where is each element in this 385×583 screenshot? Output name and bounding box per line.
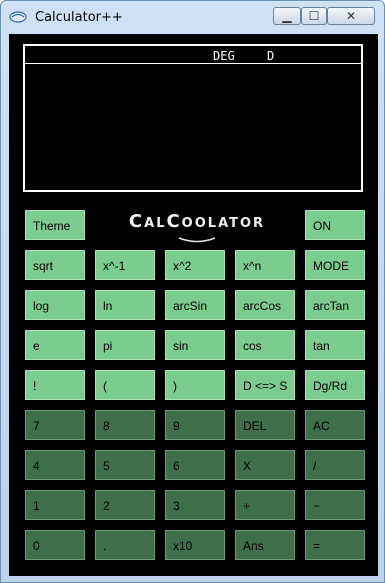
maximize-icon: ☐ [308,9,320,23]
all-clear-button[interactable]: AC [305,410,365,440]
digit-9-button[interactable]: 9 [165,410,225,440]
power-button[interactable]: x^n [235,250,295,280]
cos-button[interactable]: cos [235,330,295,360]
square-button[interactable]: x^2 [165,250,225,280]
digit-0-button[interactable]: 0 [25,530,85,560]
decimal-fraction-toggle-button[interactable]: D <=> S [235,370,295,400]
on-button[interactable]: ON [305,210,365,240]
window-title: Calculator++ [35,10,123,25]
theme-button[interactable]: Theme [25,210,85,240]
arctan-button[interactable]: arcTan [305,290,365,320]
reciprocal-button[interactable]: x^-1 [95,250,155,280]
digit-6-button[interactable]: 6 [165,450,225,480]
ln-button[interactable]: ln [95,290,155,320]
calculator-display: DEG D [23,44,363,192]
angle-unit-indicator: DEG [213,49,235,63]
digit-7-button[interactable]: 7 [25,410,85,440]
calculator-window: Calculator++ ▁ ☐ ✕ DEG D CalCoolator The… [0,0,385,583]
arcsin-button[interactable]: arcSin [165,290,225,320]
plus-button[interactable]: + [235,490,295,520]
digit-1-button[interactable]: 1 [25,490,85,520]
calculator-body: DEG D CalCoolator Theme ON sqrt x^-1 x^2… [9,34,378,576]
logo-swoosh-icon [178,237,216,243]
digit-2-button[interactable]: 2 [95,490,155,520]
digit-5-button[interactable]: 5 [95,450,155,480]
multiply-button[interactable]: X [235,450,295,480]
digit-3-button[interactable]: 3 [165,490,225,520]
minimize-icon: ▁ [282,9,292,23]
title-bar[interactable]: Calculator++ ▁ ☐ ✕ [1,1,384,35]
digit-4-button[interactable]: 4 [25,450,85,480]
tan-button[interactable]: tan [305,330,365,360]
mode-button[interactable]: MODE [305,250,365,280]
close-button[interactable]: ✕ [327,7,375,25]
display-divider [25,63,361,64]
display-mode-indicator: D [267,49,275,63]
deg-rad-toggle-button[interactable]: Dg/Rd [305,370,365,400]
right-paren-button[interactable]: ) [165,370,225,400]
calculator-app-icon [9,11,27,23]
divide-button[interactable]: / [305,450,365,480]
factorial-button[interactable]: ! [25,370,85,400]
minus-button[interactable]: − [305,490,365,520]
left-paren-button[interactable]: ( [95,370,155,400]
calcoolator-logo: CalCoolator [128,211,266,232]
sqrt-button[interactable]: sqrt [25,250,85,280]
close-icon: ✕ [345,9,357,23]
equals-button[interactable]: = [305,530,365,560]
log-button[interactable]: log [25,290,85,320]
delete-button[interactable]: DEL [235,410,295,440]
minimize-button[interactable]: ▁ [273,7,301,25]
e-button[interactable]: e [25,330,85,360]
sin-button[interactable]: sin [165,330,225,360]
digit-8-button[interactable]: 8 [95,410,155,440]
times-ten-power-button[interactable]: x10 [165,530,225,560]
arccos-button[interactable]: arcCos [235,290,295,320]
answer-button[interactable]: Ans [235,530,295,560]
decimal-point-button[interactable]: . [95,530,155,560]
pi-button[interactable]: pi [95,330,155,360]
maximize-button[interactable]: ☐ [301,7,327,25]
